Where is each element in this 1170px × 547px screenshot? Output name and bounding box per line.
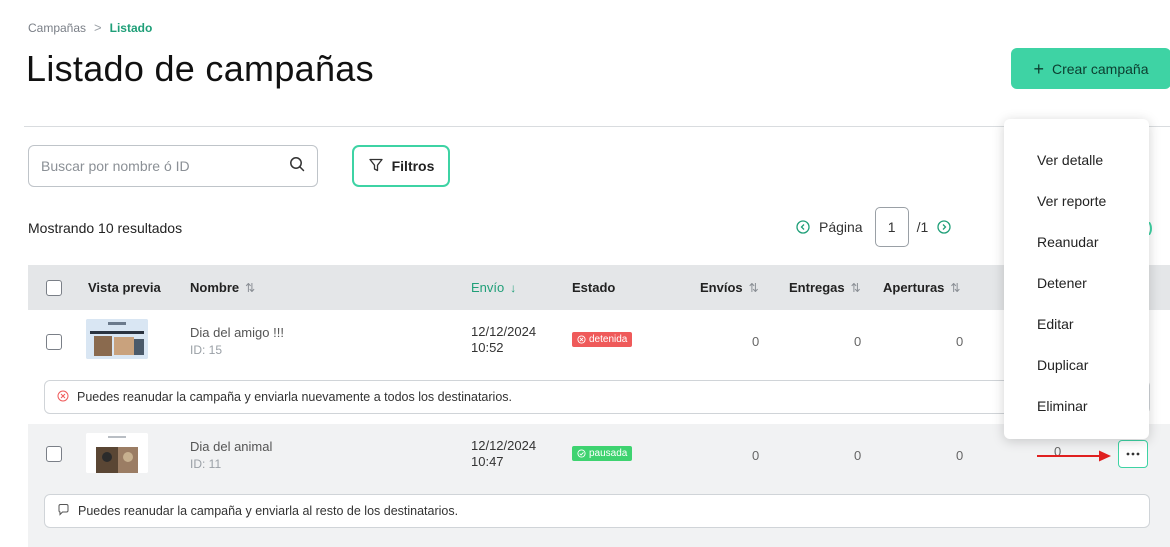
sort-icon: ⇅ bbox=[950, 280, 961, 295]
header-deliveries[interactable]: Entregas ⇅ bbox=[789, 280, 861, 295]
header-preview: Vista previa bbox=[88, 280, 161, 295]
annotation-arrow-icon bbox=[1037, 450, 1111, 462]
results-count: Mostrando 10 resultados bbox=[28, 220, 183, 236]
previous-page-icon[interactable] bbox=[795, 219, 811, 235]
status-badge: pausada bbox=[572, 446, 633, 461]
campaign-name-cell: Dia del animal ID: 11 bbox=[190, 439, 272, 471]
status-cell: pausada bbox=[572, 446, 633, 461]
menu-item-reanudar[interactable]: Reanudar bbox=[1004, 221, 1149, 262]
create-campaign-button[interactable]: + Crear campaña bbox=[1011, 48, 1170, 89]
row-actions-menu: Ver detalle Ver reporte Reanudar Detener… bbox=[1004, 119, 1149, 439]
search-icon[interactable] bbox=[289, 156, 305, 177]
page-number-input[interactable]: 1 bbox=[874, 207, 909, 247]
breadcrumb-separator: > bbox=[94, 20, 102, 35]
more-actions-button[interactable] bbox=[1118, 440, 1148, 468]
select-all-checkbox[interactable] bbox=[46, 279, 62, 296]
filters-button[interactable]: Filtros bbox=[352, 145, 450, 187]
breadcrumb-current: Listado bbox=[109, 20, 153, 35]
plus-icon: + bbox=[1033, 58, 1044, 79]
stopped-icon bbox=[577, 335, 586, 344]
notice-text: Puedes reanudar la campaña y enviarla al… bbox=[78, 504, 459, 518]
header-status: Estado bbox=[572, 280, 615, 295]
campaign-preview-thumbnail[interactable] bbox=[86, 319, 148, 359]
sends-count: 0 bbox=[752, 334, 760, 349]
sort-icon: ⇅ bbox=[850, 280, 861, 295]
notice-text: Puedes reanudar la campaña y enviarla nu… bbox=[77, 390, 512, 404]
filters-label: Filtros bbox=[391, 158, 435, 174]
send-date: 12/12/2024 bbox=[471, 324, 537, 339]
header-opens-label: Aperturas bbox=[883, 280, 945, 295]
status-label: pausada bbox=[589, 448, 628, 459]
page-label: Página bbox=[819, 219, 863, 235]
header-sends-label: Envíos bbox=[700, 280, 743, 295]
send-time: 10:52 bbox=[471, 340, 504, 355]
opens-count: 0 bbox=[956, 334, 964, 349]
header-name-label: Nombre bbox=[190, 280, 240, 295]
menu-item-duplicar[interactable]: Duplicar bbox=[1004, 344, 1149, 385]
send-date: 12/12/2024 bbox=[471, 438, 537, 453]
header-name[interactable]: Nombre ⇅ bbox=[190, 280, 255, 295]
ellipsis-icon bbox=[1126, 452, 1140, 456]
row-checkbox[interactable] bbox=[46, 334, 62, 350]
page-title: Listado de campañas bbox=[26, 48, 374, 89]
header-send-label: Envío bbox=[471, 280, 505, 295]
header-opens[interactable]: Aperturas ⇅ bbox=[883, 280, 960, 295]
filter-icon bbox=[368, 157, 384, 176]
table-row[interactable]: Dia del animal ID: 11 12/12/2024 10:47 p… bbox=[28, 424, 1170, 488]
campaign-id: ID: 15 bbox=[190, 343, 223, 357]
campaign-name[interactable]: Dia del animal bbox=[190, 439, 272, 454]
menu-item-editar[interactable]: Editar bbox=[1004, 303, 1149, 344]
search-box bbox=[28, 145, 318, 187]
pagination: Página 1 /1 bbox=[795, 205, 952, 249]
status-cell: detenida bbox=[572, 332, 633, 347]
send-date-cell: 12/12/2024 10:52 bbox=[471, 324, 536, 356]
menu-item-detener[interactable]: Detener bbox=[1004, 262, 1149, 303]
menu-item-eliminar[interactable]: Eliminar bbox=[1004, 385, 1149, 426]
menu-item-ver-detalle[interactable]: Ver detalle bbox=[1004, 139, 1149, 180]
send-time: 10:47 bbox=[471, 454, 504, 469]
create-campaign-label: Crear campaña bbox=[1052, 60, 1149, 77]
sends-count: 0 bbox=[752, 448, 760, 463]
header-send[interactable]: Envío ↓ bbox=[471, 280, 516, 295]
breadcrumb: Campañas > Listado bbox=[28, 20, 152, 35]
resume-notice: Puedes reanudar la campaña y enviarla nu… bbox=[44, 380, 1150, 414]
table-row[interactable]: Dia del amigo !!! ID: 15 12/12/2024 10:5… bbox=[28, 310, 1170, 374]
sort-icon: ⇅ bbox=[245, 280, 256, 295]
campaign-name-cell: Dia del amigo !!! ID: 15 bbox=[190, 325, 284, 357]
menu-item-ver-reporte[interactable]: Ver reporte bbox=[1004, 180, 1149, 221]
breadcrumb-campanas-link[interactable]: Campañas bbox=[28, 21, 86, 35]
campaign-id: ID: 11 bbox=[190, 457, 222, 471]
status-label: detenida bbox=[589, 334, 628, 345]
opens-count: 0 bbox=[956, 448, 964, 463]
next-page-icon[interactable] bbox=[936, 219, 952, 235]
sort-icon: ⇅ bbox=[748, 280, 759, 295]
deliveries-count: 0 bbox=[854, 448, 862, 463]
row-checkbox-wrap bbox=[46, 446, 62, 462]
page-total: /1 bbox=[916, 219, 929, 235]
deliveries-count: 0 bbox=[854, 334, 862, 349]
send-date-cell: 12/12/2024 10:47 bbox=[471, 438, 536, 470]
sort-desc-icon: ↓ bbox=[510, 280, 517, 295]
header-divider bbox=[24, 126, 1170, 127]
header-status-label: Estado bbox=[572, 280, 616, 295]
status-badge: detenida bbox=[572, 332, 633, 347]
row-checkbox-wrap bbox=[46, 334, 62, 350]
search-input[interactable] bbox=[41, 158, 289, 174]
campaign-preview-thumbnail[interactable] bbox=[86, 433, 148, 473]
header-deliveries-label: Entregas bbox=[789, 280, 845, 295]
resume-notice: Puedes reanudar la campaña y enviarla al… bbox=[44, 494, 1150, 528]
campaign-name[interactable]: Dia del amigo !!! bbox=[190, 325, 284, 340]
chat-bubble-icon bbox=[57, 503, 70, 519]
error-circle-icon bbox=[57, 390, 69, 405]
header-sends[interactable]: Envíos ⇅ bbox=[700, 280, 759, 295]
header-preview-label: Vista previa bbox=[88, 280, 161, 295]
select-all-checkbox-wrap bbox=[46, 279, 62, 296]
row-checkbox[interactable] bbox=[46, 446, 62, 462]
table-header: Vista previa Nombre ⇅ Envío ↓ Estado Env… bbox=[28, 265, 1170, 310]
check-circle-icon bbox=[577, 449, 586, 458]
